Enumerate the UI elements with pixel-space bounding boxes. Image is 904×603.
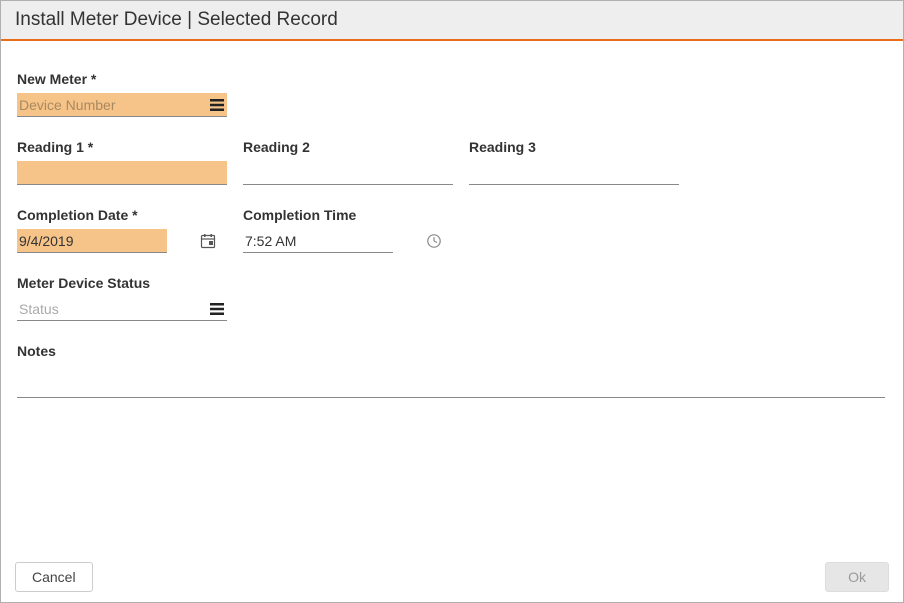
completion-date-input[interactable]	[19, 230, 200, 252]
completion-time-input[interactable]	[245, 230, 426, 252]
input-wrap-reading3	[469, 161, 679, 185]
label-new-meter: New Meter *	[17, 71, 227, 87]
field-completion-date: Completion Date *	[17, 207, 227, 253]
field-reading2: Reading 2	[243, 139, 453, 185]
field-new-meter: New Meter *	[17, 71, 227, 117]
dialog-title: Install Meter Device | Selected Record	[15, 9, 338, 30]
ok-button[interactable]: Ok	[825, 562, 889, 592]
label-completion-date: Completion Date *	[17, 207, 227, 223]
input-wrap-reading1	[17, 161, 227, 185]
label-reading2: Reading 2	[243, 139, 453, 155]
meter-status-input[interactable]	[19, 298, 209, 320]
input-wrap-meter-status	[17, 297, 227, 321]
new-meter-input[interactable]	[19, 94, 209, 116]
reading1-input[interactable]	[19, 162, 225, 184]
field-completion-time: Completion Time	[243, 207, 393, 253]
dialog-titlebar: Install Meter Device | Selected Record	[1, 1, 903, 41]
input-wrap-completion-time	[243, 229, 393, 253]
label-meter-status: Meter Device Status	[17, 275, 227, 291]
field-meter-status: Meter Device Status	[17, 275, 227, 321]
input-wrap-completion-date	[17, 229, 167, 253]
list-icon[interactable]	[209, 301, 225, 317]
label-notes: Notes	[17, 343, 885, 359]
reading3-input[interactable]	[471, 162, 677, 184]
list-icon[interactable]	[209, 97, 225, 113]
clock-icon[interactable]	[426, 233, 442, 249]
notes-input[interactable]	[17, 371, 885, 398]
label-reading1: Reading 1 *	[17, 139, 227, 155]
label-completion-time: Completion Time	[243, 207, 393, 223]
dialog-window: Install Meter Device | Selected Record N…	[0, 0, 904, 603]
field-notes: Notes	[17, 343, 885, 398]
calendar-icon[interactable]	[200, 233, 216, 249]
label-reading3: Reading 3	[469, 139, 679, 155]
dialog-footer: Cancel Ok	[1, 552, 903, 602]
dialog-content: New Meter * Reading 1 * Reading 2	[1, 41, 903, 602]
input-wrap-new-meter	[17, 93, 227, 117]
input-wrap-reading2	[243, 161, 453, 185]
field-reading1: Reading 1 *	[17, 139, 227, 185]
reading2-input[interactable]	[245, 162, 451, 184]
cancel-button[interactable]: Cancel	[15, 562, 93, 592]
field-reading3: Reading 3	[469, 139, 679, 185]
